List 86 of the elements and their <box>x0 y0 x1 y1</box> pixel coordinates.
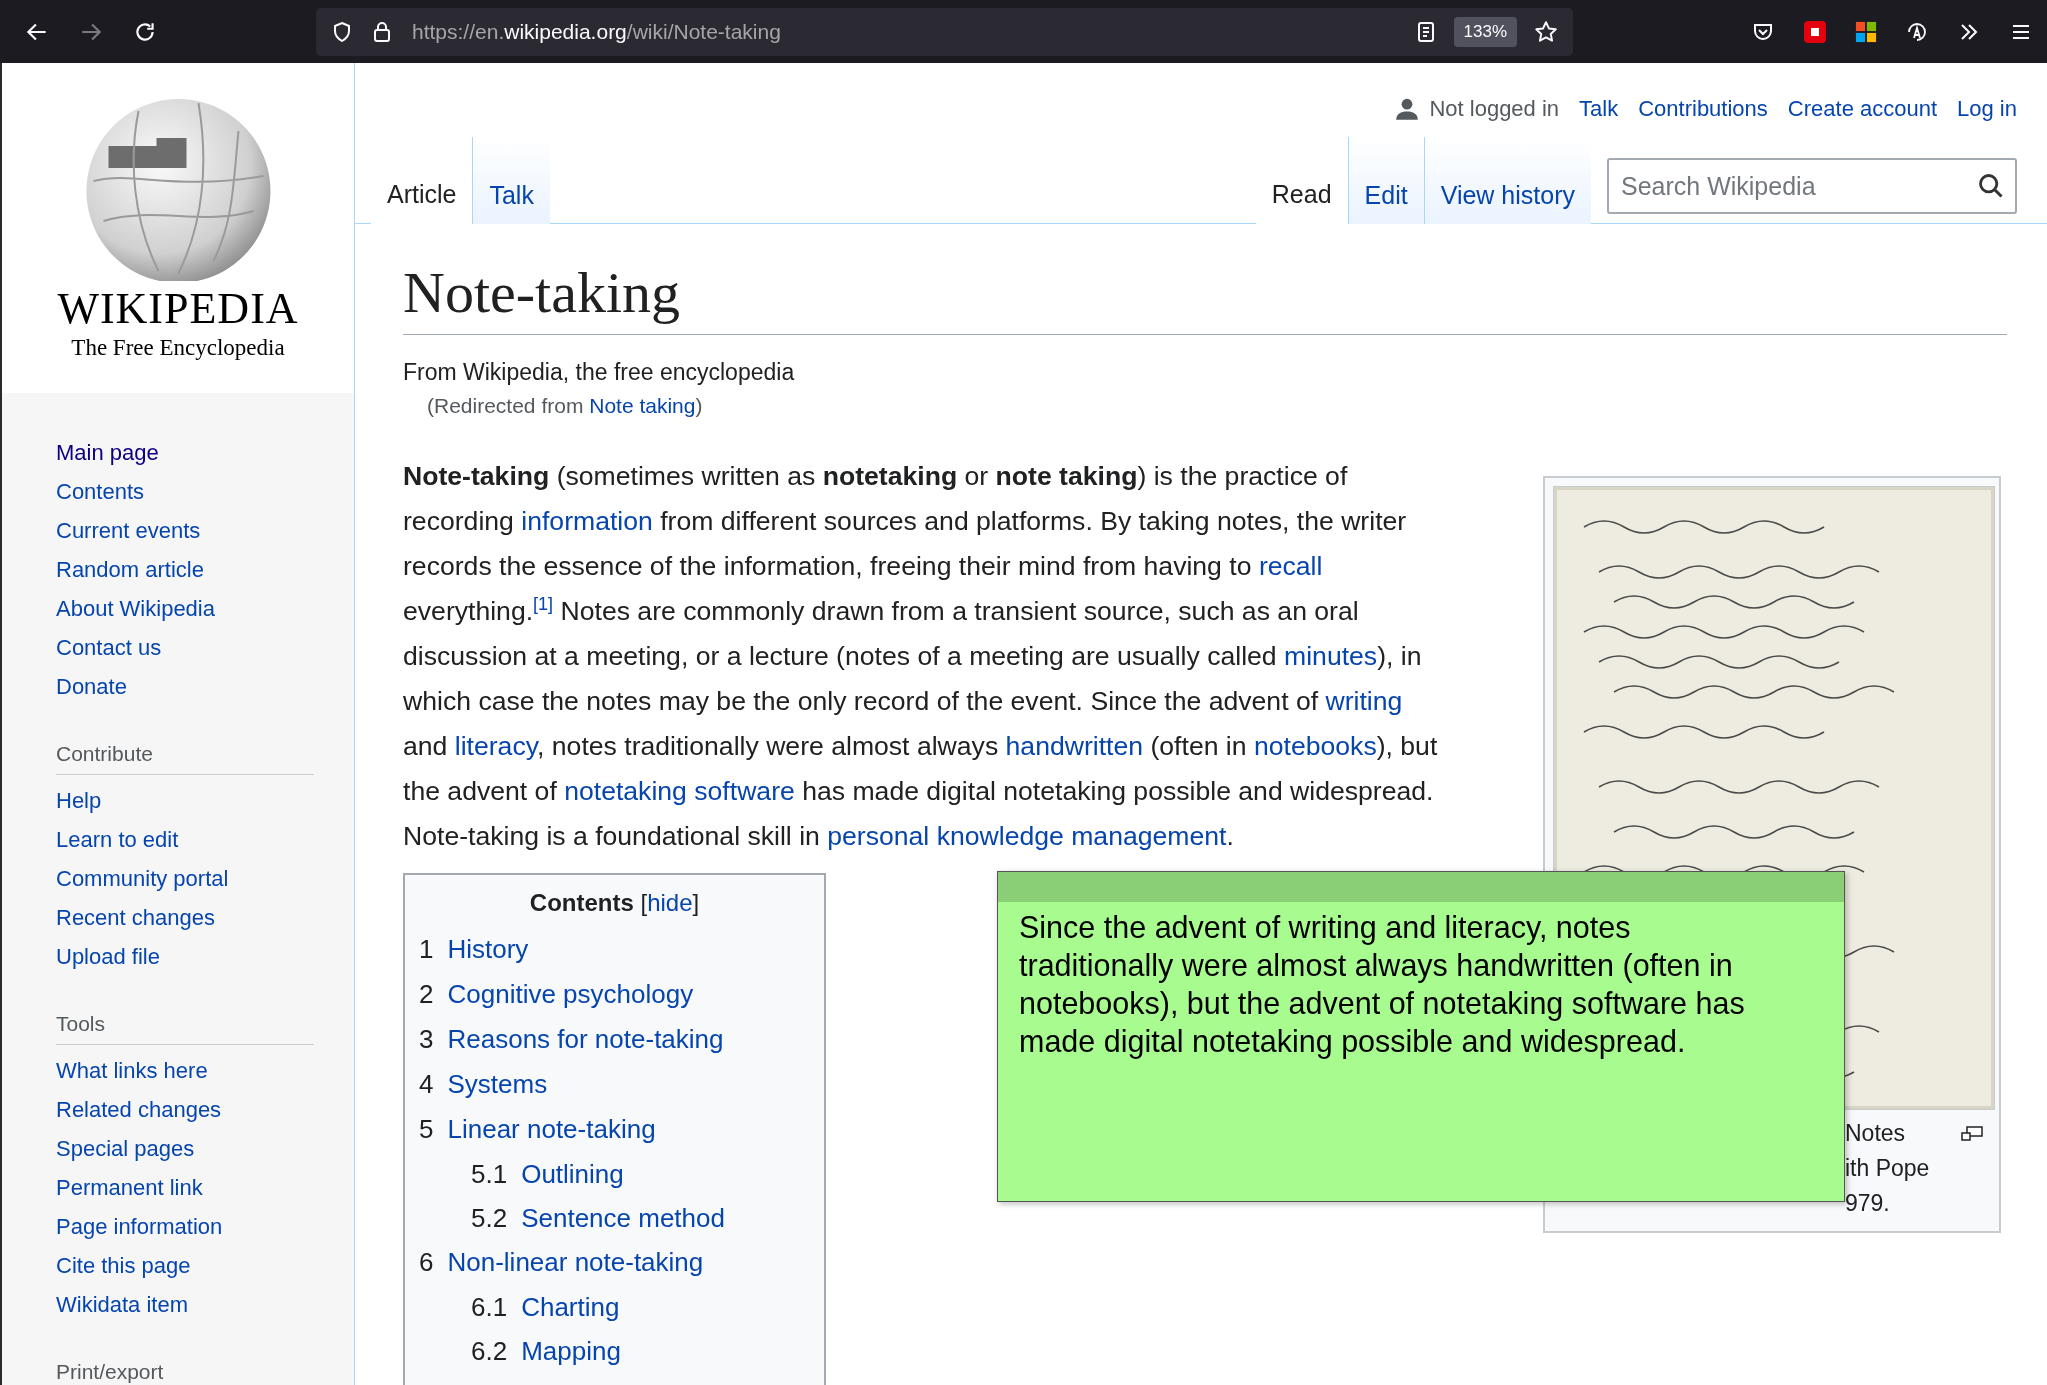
sidebar-link[interactable]: Upload file <box>56 937 354 976</box>
section-number: 4 <box>419 1067 434 1101</box>
zoom-level-button[interactable]: 133% <box>1453 16 1517 47</box>
section-number: 5 <box>419 1112 434 1146</box>
note-text: Since the advent of writing and literacy, notes traditionally were almost always handwritten (often in notebooks), but the advent of notetaking software has made digital notetaking possible and widespread. <box>1018 909 1746 1060</box>
sidebar-link[interactable]: Related changes <box>56 1090 354 1129</box>
article-tagline: From Wikipedia, the free encyclopedia <box>403 358 796 386</box>
section-link[interactable]: Sentence method <box>521 1195 725 1240</box>
section-link[interactable]: Systems <box>447 1061 548 1107</box>
section-number: 1 <box>419 932 434 966</box>
article-title: Note-taking <box>403 258 2007 335</box>
url-text: https://en.wikipedia.org/wiki/Note-taking <box>412 19 781 44</box>
view-tab[interactable]: Edit <box>1347 137 1424 224</box>
section-number: 5.1 <box>471 1157 508 1191</box>
sidebar-link[interactable]: Wikidata item <box>56 1285 354 1324</box>
redirect-link[interactable]: Note taking <box>589 393 696 417</box>
sidebar-link[interactable]: What links here <box>56 1051 354 1090</box>
section-number: 6.2 <box>471 1334 508 1368</box>
section-number: 6.1 <box>471 1290 508 1324</box>
section-heading: Contribute <box>56 740 314 775</box>
sidebar-link[interactable]: Contents <box>56 472 354 511</box>
stop-square-icon[interactable] <box>1803 19 1827 44</box>
figure-caption: 979. <box>1845 1188 1890 1218</box>
search-field[interactable]: Search Wikipedia <box>1607 158 2017 214</box>
color-grid-icon[interactable] <box>1855 20 1877 43</box>
sidebar-link[interactable]: Recent changes <box>56 898 354 937</box>
section-number: 6 <box>419 1245 434 1279</box>
user-icon <box>1395 97 1420 121</box>
sidebar-link[interactable]: Main page <box>56 433 354 472</box>
article-link[interactable]: minutes <box>1284 640 1378 671</box>
sidebar-link[interactable]: Random article <box>56 550 354 589</box>
figure-caption: ith Pope <box>1845 1153 1930 1183</box>
login-status: Not logged in <box>1429 96 1560 122</box>
bracket: [ <box>640 888 648 916</box>
redirect-note: (Redirected from <box>427 393 585 417</box>
wordmark: WIKIPEDIA <box>57 287 299 331</box>
section-link[interactable]: Reasons for note-taking <box>447 1016 724 1062</box>
article-link[interactable]: notebooks <box>1253 730 1377 761</box>
section-link[interactable]: Mapping <box>521 1328 621 1373</box>
article-link[interactable]: information <box>521 505 653 536</box>
article-link[interactable]: literacy <box>454 730 538 761</box>
section-heading: Tools <box>56 1010 314 1045</box>
article-link[interactable]: writing <box>1325 685 1403 716</box>
page-tab[interactable]: Talk <box>472 137 550 224</box>
sidebar-link[interactable]: Contact us <box>56 628 354 667</box>
personal-link[interactable]: Log in <box>1957 96 2017 122</box>
contents-title: Contents <box>529 888 634 916</box>
personal-link[interactable]: Contributions <box>1638 96 1768 122</box>
sidebar-link[interactable]: Learn to edit <box>56 820 354 859</box>
sidebar-link[interactable]: Help <box>56 781 354 820</box>
article-paragraph: Note-taking (sometimes written as notetaking or note taking) is the practice of recording information from different sources and platforms. By taking notes, the writer records the essence of the information, freeing their mind from having to recall everything.$^{[1]}$ Notes are commonly drawn from a transient source, such as an oral discussion at a meeting, or a lecture (notes of a meeting are usually called minutes), in which case the notes may be the only record of the event. Since the advent of writing and literacy, notes traditionally were almost always handwritten (often in notebooks), but the advent of notetaking software has made digital notetaking possible and widespread. Note-taking is a foundational skill in personal knowledge management. <box>403 459 1439 853</box>
article-link[interactable]: handwritten <box>1005 730 1144 761</box>
figure-caption: Notes <box>1845 1118 1906 1148</box>
sidebar-link[interactable]: Community portal <box>56 859 354 898</box>
section-link[interactable]: Cognitive psychology <box>447 971 694 1017</box>
sidebar-link[interactable]: Permanent link <box>56 1168 354 1207</box>
section-number: 5.2 <box>471 1201 508 1235</box>
tagline: The Free Encyclopedia <box>71 335 285 361</box>
bracket: ] <box>692 888 700 916</box>
enlarge-icon[interactable] <box>1961 1125 1983 1142</box>
article-link[interactable]: personal knowledge management <box>827 820 1227 851</box>
section-link[interactable]: Non-linear note-taking <box>447 1239 704 1285</box>
address-bar[interactable]: https://en.wikipedia.org/wiki/Note-taking 133% <box>316 7 1573 56</box>
view-tab[interactable]: View history <box>1423 137 1591 224</box>
reference-link[interactable]: [1] <box>533 593 554 614</box>
hide-link[interactable]: hide <box>647 888 693 916</box>
section-heading: Print/export <box>56 1358 314 1385</box>
section-number: 2 <box>419 977 434 1011</box>
star-icon[interactable] <box>1533 18 1559 45</box>
section-link[interactable]: History <box>447 926 529 972</box>
section-link[interactable]: Charting <box>521 1284 620 1329</box>
article-link[interactable]: notetaking software <box>564 775 795 806</box>
section-link[interactable]: Linear note-taking <box>447 1106 656 1152</box>
sidebar-link[interactable]: Page information <box>56 1207 354 1246</box>
sidebar-link[interactable]: Current events <box>56 511 354 550</box>
sidebar-link[interactable]: About Wikipedia <box>56 589 354 628</box>
personal-link[interactable]: Create account <box>1787 96 1938 122</box>
search-icon[interactable] <box>1977 172 2005 200</box>
sidebar-link[interactable]: Cite this page <box>56 1246 354 1285</box>
redirect-note: ) <box>695 393 703 417</box>
personal-link[interactable]: Talk <box>1579 96 1619 122</box>
section-link[interactable]: Outlining <box>521 1151 624 1196</box>
sidebar-link[interactable]: Special pages <box>56 1129 354 1168</box>
article-link[interactable]: recall <box>1258 550 1323 581</box>
sidebar-link[interactable]: Donate <box>56 667 354 706</box>
section-number: 3 <box>419 1022 434 1056</box>
